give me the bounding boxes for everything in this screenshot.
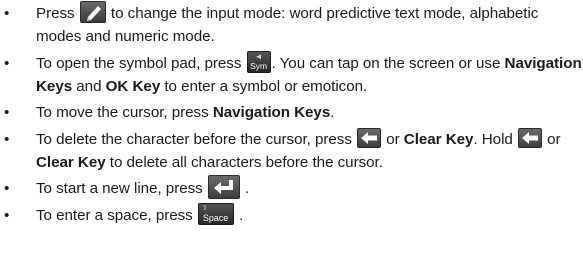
bullet: • [4,5,10,22]
backspace-icon [357,127,382,148]
space-key-label: Space [202,212,229,223]
item-text: . Hold [473,130,513,148]
shift-glyph-icon: ⇧ [201,204,208,212]
item-text: . You can tap on the screen or use [271,54,501,72]
item-text: To move the cursor, press [36,104,209,122]
item-text: Press [36,5,75,22]
item-text: to enter a symbol or emoticon. [164,77,368,95]
instruction-list: • Press to change the input mode: word p… [0,0,583,231]
bullet: • [4,180,10,198]
list-item: • To move the cursor, press Navigation K… [0,101,583,124]
item-text: To open the symbol pad, press [36,54,242,72]
backspace-icon [517,127,542,148]
item-text: . [245,180,250,198]
pencil-icon [79,0,106,23]
navigation-keys-label: Navigation Keys [212,104,331,122]
item-text: To delete the character before the curso… [36,130,352,148]
sym-key-label: Sym [250,60,267,71]
item-text: To enter a space, press [36,206,193,224]
list-item: • To enter a space, press ⇧ Space . [0,202,583,227]
item-text: and [76,77,102,95]
item-text: . [239,206,244,224]
item-text: or [547,130,561,148]
bullet: • [4,54,10,72]
item-text: to delete all characters before the curs… [109,153,383,171]
item-text: To start a new line, press [36,180,203,198]
bullet: • [4,206,10,224]
item-text: to change the input mode: word predictiv… [36,5,539,45]
space-key-icon: ⇧ Space [197,202,234,225]
ok-key-label: OK Key [105,77,161,95]
item-text: or [386,130,400,148]
list-item: • Press to change the input mode: word p… [0,0,583,48]
item-text: . [330,104,335,122]
sym-key-icon: ◄ Sym [246,50,271,73]
enter-icon [207,175,240,200]
bullet: • [4,104,10,122]
list-item: • To delete the character before the cur… [0,127,583,174]
list-item: • To open the symbol pad, press ◄ Sym . … [0,50,583,98]
clear-key-label: Clear Key [403,130,474,148]
bullet: • [4,130,10,148]
list-item: • To start a new line, press . [0,175,583,200]
clear-key-label: Clear Key [36,153,106,171]
